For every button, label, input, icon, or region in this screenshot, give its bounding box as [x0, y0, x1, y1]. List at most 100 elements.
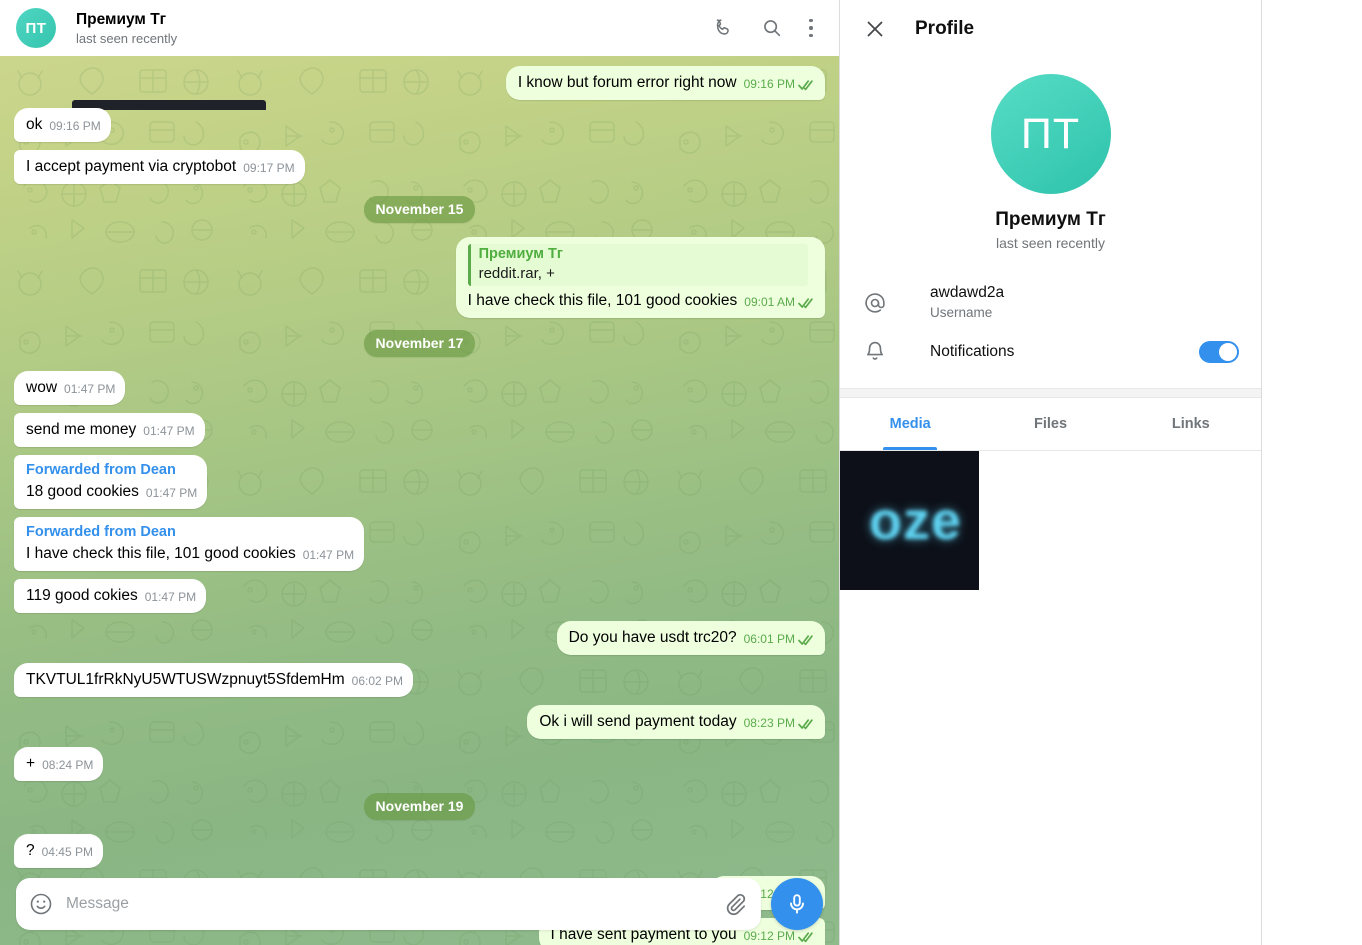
message-row: ok 09:16 PM	[14, 108, 825, 142]
chat-status: last seen recently	[76, 30, 178, 46]
profile-avatar[interactable]: ПТ	[990, 74, 1111, 194]
message-text: I have check this file, 101 good cookies	[467, 292, 738, 309]
outgoing-message-bubble[interactable]: Ok i will send payment today 08:23 PM	[527, 705, 825, 739]
profile-tabs: Media Files Links	[840, 398, 1261, 451]
incoming-message-bubble[interactable]: ok 09:16 PM	[14, 108, 111, 142]
message-meta: 08:24 PM	[42, 755, 93, 776]
profile-row-notifications[interactable]: Notifications	[840, 328, 1261, 376]
message-text: 18 good cookies	[26, 483, 139, 500]
message-time: 01:47 PM	[64, 382, 116, 396]
incoming-message-bubble[interactable]: +08:24 PM	[14, 747, 104, 781]
incoming-message-bubble[interactable]: Forwarded from Dean I have check this fil…	[14, 517, 365, 571]
reply-preview-text: reddit.rar, +	[478, 265, 555, 282]
notifications-toggle[interactable]	[1199, 341, 1239, 363]
search-icon[interactable]	[761, 17, 783, 39]
message-text: ?	[26, 842, 35, 859]
message-area[interactable]: I know but forum error right now 09:16 PM…	[0, 56, 839, 945]
message-composer	[0, 875, 839, 945]
read-ticks-icon	[798, 718, 815, 730]
message-text: 119 good cokies	[26, 587, 138, 604]
profile-title: Profile	[915, 17, 975, 39]
avatar[interactable]: ПТ	[16, 8, 56, 48]
profile-status: last seen recently	[996, 235, 1105, 251]
message-row: +08:24 PM	[14, 747, 825, 781]
message-time: 01:47 PM	[302, 548, 355, 562]
chat-title: Премиум Тг	[76, 10, 167, 28]
message-row: Премиум Тг reddit.rar, + I have check this…	[14, 237, 825, 318]
message-meta: 06:02 PM	[352, 671, 403, 692]
incoming-message-bubble[interactable]: wow 01:47 PM	[14, 371, 126, 405]
read-ticks-icon	[798, 79, 815, 91]
media-thumbnail[interactable]: oze	[840, 451, 979, 590]
message-text: TKVTUL1frRkNyU5WTUSWzpnuyt5SfdemHm	[26, 671, 345, 688]
message-row: wow 01:47 PM	[14, 371, 825, 405]
reply-quote[interactable]: Премиум Тг reddit.rar, +	[467, 244, 808, 286]
incoming-message-bubble[interactable]: 119 good cokies 01:47 PM	[14, 579, 207, 613]
incoming-message-bubble[interactable]: TKVTUL1frRkNyU5WTUSWzpnuyt5SfdemHm 06:02 …	[14, 663, 414, 697]
message-time: 04:45 PM	[41, 845, 93, 859]
chat-header: ПТ Премиум Тг last seen recently	[0, 0, 839, 56]
tab-links[interactable]: Links	[1121, 398, 1261, 450]
outgoing-message-bubble[interactable]: Премиум Тг reddit.rar, + I have check this…	[455, 237, 825, 318]
smiley-icon[interactable]	[28, 891, 54, 917]
message-time: 08:24 PM	[42, 758, 94, 772]
outgoing-message-bubble[interactable]: Do you have usdt trc20? 06:01 PM	[556, 621, 825, 655]
profile-empty-space	[840, 590, 1261, 945]
message-meta: 01:47 PM	[64, 379, 115, 400]
date-separator-row: November 17	[14, 330, 825, 357]
message-meta: 08:23 PM	[744, 713, 815, 734]
message-list: I know but forum error right now 09:16 PM…	[0, 56, 839, 945]
message-time: 06:02 PM	[351, 674, 404, 688]
incoming-message-bubble[interactable]: ? 04:45 PM	[14, 834, 103, 868]
message-meta: 09:01 AM	[744, 292, 815, 313]
composer-input-wrapper[interactable]	[16, 878, 761, 930]
at-icon	[862, 290, 888, 316]
media-grid: oze	[840, 451, 1261, 590]
message-row: send me money 01:47 PM	[14, 413, 825, 447]
chat-header-texts[interactable]: Премиум Тг last seen recently	[76, 10, 713, 47]
incoming-message-bubble[interactable]: send me money 01:47 PM	[14, 413, 205, 447]
outgoing-message-bubble[interactable]: I know but forum error right now 09:16 PM	[505, 66, 825, 100]
message-time: 09:01 AM	[744, 295, 795, 309]
message-row: ? 04:45 PM	[14, 834, 825, 868]
message-text: I have check this file, 101 good cookies	[26, 545, 296, 562]
message-input[interactable]	[54, 878, 723, 930]
tab-media[interactable]: Media	[840, 398, 980, 450]
message-row: Do you have usdt trc20? 06:01 PM	[14, 621, 825, 655]
forwarded-label: Forwarded from Dean	[26, 524, 176, 540]
read-ticks-icon	[798, 634, 815, 646]
message-text: Do you have usdt trc20?	[568, 629, 737, 646]
message-time: 01:47 PM	[143, 424, 195, 438]
profile-header: Profile	[840, 0, 1261, 57]
telegram-window: ПТ Премиум Тг last seen recently I know …	[0, 0, 1362, 945]
more-menu-icon[interactable]	[809, 18, 813, 38]
close-icon[interactable]	[862, 16, 888, 42]
chat-column: ПТ Премиум Тг last seen recently I know …	[0, 0, 840, 945]
message-text: send me money	[26, 421, 137, 438]
read-ticks-icon	[798, 297, 815, 309]
right-empty-area	[1262, 0, 1362, 945]
message-meta: 01:47 PM	[143, 421, 194, 442]
incoming-message-bubble[interactable]: Forwarded from Dean 18 good cookies 01:47 …	[14, 455, 208, 509]
tab-files[interactable]: Files	[980, 398, 1120, 450]
message-time: 08:23 PM	[743, 716, 795, 730]
message-meta: 04:45 PM	[42, 842, 93, 863]
profile-notifications-body: Notifications	[930, 342, 1199, 362]
message-text: wow	[26, 379, 58, 396]
message-row: 119 good cokies 01:47 PM	[14, 579, 825, 613]
message-meta: 09:16 PM	[49, 116, 100, 137]
message-meta: 01:47 PM	[303, 545, 354, 566]
microphone-icon[interactable]	[771, 878, 823, 930]
incoming-message-bubble[interactable]: I accept payment via cryptobot 09:17 PM	[14, 150, 305, 184]
profile-panel: Profile ПТ Премиум Тг last seen recently…	[840, 0, 1262, 945]
message-meta: 01:47 PM	[146, 483, 197, 504]
profile-username-label: Username	[930, 305, 993, 320]
profile-row-username[interactable]: awdawd2a Username	[840, 277, 1261, 328]
message-text: Ok i will send payment today	[539, 713, 737, 730]
media-thumbnail-caption: oze	[868, 490, 963, 551]
paperclip-icon[interactable]	[723, 892, 747, 916]
profile-info-list: awdawd2a Username Notifications	[840, 277, 1261, 376]
phone-icon[interactable]	[713, 17, 735, 39]
forwarded-label: Forwarded from Dean	[26, 462, 176, 478]
profile-name: Премиум Тг	[995, 209, 1106, 230]
